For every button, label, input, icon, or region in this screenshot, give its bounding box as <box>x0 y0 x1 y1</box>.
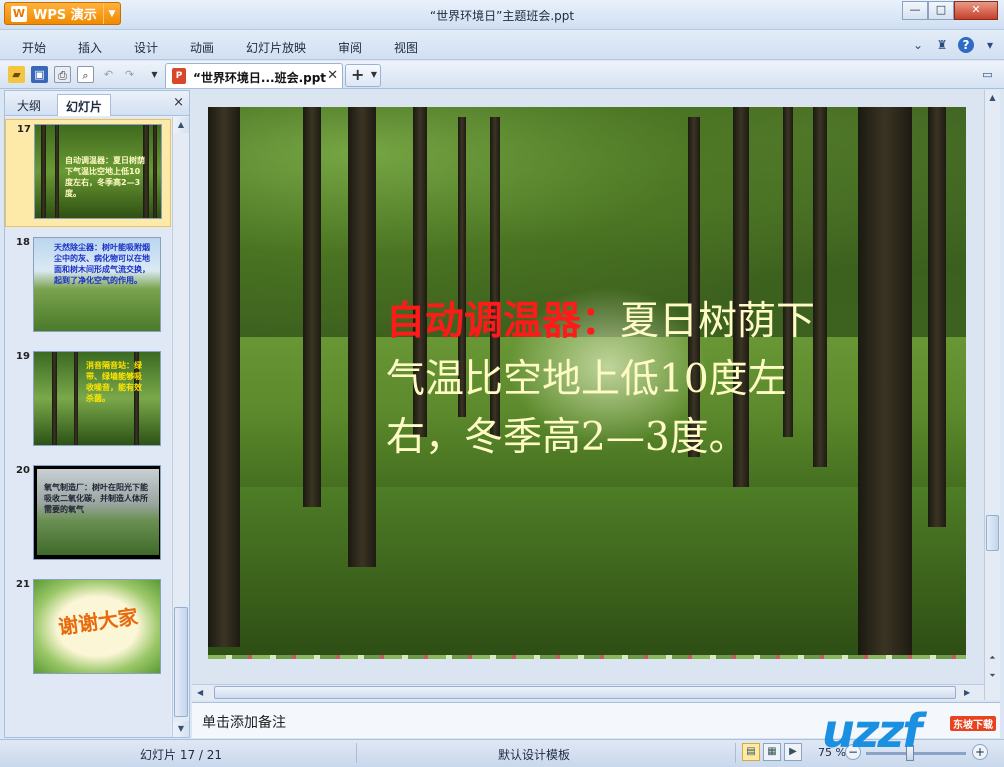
tree-trunk <box>348 107 376 567</box>
slide-thumbnails: 17 自动调温器：夏日树荫下气温比空地上低10度左右，冬季高2—3度。 18 天… <box>5 117 171 737</box>
slide-counter: 幻灯片 17 / 21 <box>140 748 223 762</box>
close-panel-icon[interactable]: × <box>173 95 184 110</box>
panel-tabs: 大纲 幻灯片 × <box>5 91 189 116</box>
menu-item-design[interactable]: 设计 <box>134 39 158 56</box>
slide-preview: 天然除尘器：树叶能吸附烟尘中的灰、病化物可以在地面和树木间形成气流交换，起到了净… <box>33 237 161 332</box>
scroll-up-icon[interactable]: ▲ <box>985 90 1000 105</box>
normal-view-icon[interactable]: ▤ <box>742 743 760 761</box>
slide-preview: 消音隔音站：绿带、绿墙能够吸收噪音，能有效杀菌。 <box>33 351 161 446</box>
slide-editor: 自动调温器：夏日树荫下气温比空地上低10度左右，冬季高2—3度。 ▲ ⏶ ⏷ ◀… <box>192 90 1000 700</box>
tree-trunk <box>928 107 946 527</box>
slide-thumbnail-17[interactable]: 17 自动调温器：夏日树荫下气温比空地上低10度左右，冬季高2—3度。 <box>5 119 171 227</box>
tree-trunk <box>208 107 240 647</box>
slide-preview-text: 天然除尘器：树叶能吸附烟尘中的灰、病化物可以在地面和树木间形成气流交换，起到了净… <box>54 243 150 285</box>
slide-background-ground <box>208 487 966 659</box>
menubar-right-icons: ⌄ ♜ ? ▾ <box>910 37 998 53</box>
slides-panel: 大纲 幻灯片 × 17 自动调温器：夏日树荫下气温比空地上低10度左右，冬季高2… <box>4 90 190 738</box>
quick-access-toolbar: ▰ ▣ ⎙ ⌕ ↶ ↷ ▼ P “世界环境日...班会.ppt ✕ + ▼ ▭ <box>0 61 1004 89</box>
help-icon[interactable]: ? <box>958 37 974 53</box>
print-icon[interactable]: ⎙ <box>54 66 71 83</box>
new-tab-button[interactable]: + ▼ <box>345 64 381 87</box>
chevron-down-icon[interactable]: ▾ <box>982 37 998 53</box>
slide-thumbnail-21[interactable]: 21 谢谢大家 <box>5 575 171 683</box>
scrollbar-thumb[interactable] <box>986 515 999 551</box>
thumbnails-scrollbar[interactable]: ▲ ▼ <box>172 117 189 737</box>
slideshow-icon[interactable]: ▶ <box>784 743 802 761</box>
slide-sorter-icon[interactable]: ▦ <box>763 743 781 761</box>
redo-icon[interactable]: ↷ <box>121 66 138 83</box>
design-template-name: 默认设计模板 <box>498 748 571 762</box>
maximize-button[interactable]: □ <box>928 1 954 20</box>
next-slide-icon[interactable]: ⏷ <box>985 668 1000 683</box>
watermark-badge: 东坡下载 <box>950 716 996 731</box>
slide-leaf-border <box>208 655 966 659</box>
print-preview-icon[interactable]: ⌕ <box>77 66 94 83</box>
menu-item-home[interactable]: 开始 <box>22 39 46 56</box>
slide-thumbnail-18[interactable]: 18 天然除尘器：树叶能吸附烟尘中的灰、病化物可以在地面和树木间形成气流交换，起… <box>5 233 171 341</box>
document-tab[interactable]: P “世界环境日...班会.ppt ✕ <box>165 63 343 88</box>
menu-item-insert[interactable]: 插入 <box>78 39 102 56</box>
view-switcher: ▤ ▦ ▶ <box>742 743 802 761</box>
prev-slide-icon[interactable]: ⏶ <box>985 650 1000 665</box>
status-separator <box>735 743 736 763</box>
collapse-ribbon-icon[interactable]: ⌄ <box>910 37 926 53</box>
scrollbar-thumb[interactable] <box>214 686 956 699</box>
slide-preview: 氧气制造厂：树叶在阳光下能吸收二氧化碳，并制造人体所需要的氧气 <box>33 465 161 560</box>
menu-item-animation[interactable]: 动画 <box>190 39 214 56</box>
slide-title-keyword: 自动调温器： <box>386 298 621 344</box>
undo-icon[interactable]: ↶ <box>100 66 117 83</box>
window-controls: — □ ✕ <box>902 1 998 20</box>
slide-preview-text: 自动调温器：夏日树荫下气温比空地上低10度左右，冬季高2—3度。 <box>65 156 145 198</box>
close-tab-icon[interactable]: ✕ <box>327 68 338 83</box>
slide-preview: 谢谢大家 <box>33 579 161 674</box>
slide-number: 17 <box>17 124 31 135</box>
close-button[interactable]: ✕ <box>954 1 998 20</box>
slide-number: 18 <box>16 237 30 248</box>
save-icon[interactable]: ▣ <box>31 66 48 83</box>
scroll-left-icon[interactable]: ◀ <box>197 685 203 700</box>
tree-trunk <box>858 107 912 655</box>
menu-item-view[interactable]: 视图 <box>394 39 418 56</box>
minimize-button[interactable]: — <box>902 1 928 20</box>
slide-number: 21 <box>16 579 30 590</box>
window-title: “世界环境日”主题班会.ppt <box>429 9 575 23</box>
layout-toggle-icon[interactable]: ▭ <box>979 66 996 83</box>
menu-item-slideshow[interactable]: 幻灯片放映 <box>246 39 306 56</box>
customize-toolbar-icon[interactable]: ▼ <box>146 66 163 83</box>
chevron-down-icon: ▼ <box>370 70 377 79</box>
menu-bar: 开始 插入 设计 动画 幻灯片放映 审阅 视图 ⌄ ♜ ? ▾ <box>0 30 1004 60</box>
scroll-down-icon[interactable]: ▼ <box>173 721 189 737</box>
scroll-right-icon[interactable]: ▶ <box>964 685 970 700</box>
slide-vertical-scrollbar[interactable]: ▲ ⏶ ⏷ <box>984 90 1000 700</box>
scroll-up-icon[interactable]: ▲ <box>173 117 189 133</box>
plus-icon: + <box>351 65 365 84</box>
status-separator <box>356 743 357 763</box>
slide-text-box[interactable]: 自动调温器：夏日树荫下气温比空地上低10度左右，冬季高2—3度。 <box>386 292 846 467</box>
slide-number: 20 <box>16 465 30 476</box>
open-icon[interactable]: ▰ <box>8 66 25 83</box>
document-tab-label: “世界环境日...班会.ppt <box>193 71 327 85</box>
slide-thumbnail-20[interactable]: 20 氧气制造厂：树叶在阳光下能吸收二氧化碳，并制造人体所需要的氧气 <box>5 461 171 569</box>
watermark-logo: uzzf <box>822 704 922 758</box>
tab-slides[interactable]: 幻灯片 <box>57 94 112 116</box>
slide-horizontal-scrollbar[interactable]: ◀ ▶ <box>192 684 984 700</box>
notes-placeholder: 单击添加备注 <box>202 715 286 731</box>
slide-preview-text: 谢谢大家 <box>56 604 140 640</box>
site-watermark: uzzf 东坡下载 <box>822 700 1000 764</box>
title-bar: W WPS 演示 ▼ “世界环境日”主题班会.ppt — □ ✕ <box>0 0 1004 30</box>
slide-number: 19 <box>16 351 30 362</box>
slide-preview-text: 消音隔音站：绿带、绿墙能够吸收噪音，能有效杀菌。 <box>86 361 142 403</box>
ppt-file-icon: P <box>172 68 186 84</box>
tab-outline[interactable]: 大纲 <box>9 94 49 116</box>
slide-thumbnail-19[interactable]: 19 消音隔音站：绿带、绿墙能够吸收噪音，能有效杀菌。 <box>5 347 171 455</box>
tree-trunk <box>303 107 321 507</box>
skin-icon[interactable]: ♜ <box>934 37 950 53</box>
slide-preview: 自动调温器：夏日树荫下气温比空地上低10度左右，冬季高2—3度。 <box>34 124 162 219</box>
menu-item-review[interactable]: 审阅 <box>338 39 362 56</box>
current-slide[interactable]: 自动调温器：夏日树荫下气温比空地上低10度左右，冬季高2—3度。 <box>208 107 966 659</box>
slide-preview-text: 氧气制造厂：树叶在阳光下能吸收二氧化碳，并制造人体所需要的氧气 <box>44 483 148 514</box>
scrollbar-thumb[interactable] <box>174 607 188 717</box>
